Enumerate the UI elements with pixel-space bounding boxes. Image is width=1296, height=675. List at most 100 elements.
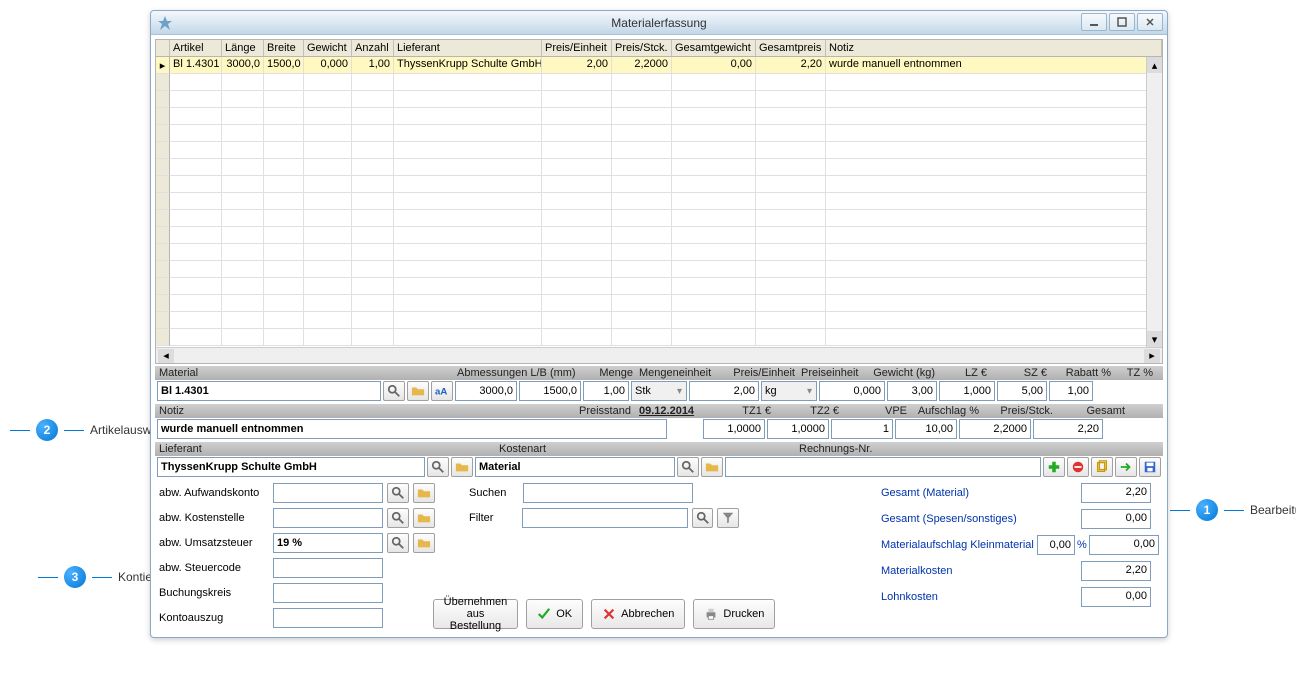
save-button[interactable] — [1139, 457, 1161, 477]
table-row[interactable] — [156, 329, 1162, 346]
abbrechen-button[interactable]: Abbrechen — [591, 599, 685, 629]
table-row[interactable]: ▸ Bl 1.4301 3000,0 1500,0 0,000 1,00 Thy… — [156, 57, 1162, 74]
folder-lieferant-button[interactable] — [451, 457, 473, 477]
gewicht-input[interactable] — [819, 381, 885, 401]
table-row[interactable] — [156, 278, 1162, 295]
table-row[interactable] — [156, 176, 1162, 193]
col-preisstck[interactable]: Preis/Stck. — [612, 40, 672, 56]
uebernehmen-button[interactable]: Übernehmen aus Bestellung — [433, 599, 519, 629]
table-row[interactable] — [156, 244, 1162, 261]
col-anzahl[interactable]: Anzahl — [352, 40, 394, 56]
table-row[interactable] — [156, 91, 1162, 108]
ok-button[interactable]: OK — [526, 599, 583, 629]
buchungskreis-input[interactable] — [273, 583, 383, 603]
cell-artikel[interactable]: Bl 1.4301 — [170, 57, 222, 74]
filter-input[interactable] — [522, 508, 688, 528]
maximize-button[interactable] — [1109, 13, 1135, 31]
apply-button[interactable] — [1115, 457, 1137, 477]
lookup-aufwandskonto-button[interactable] — [387, 483, 409, 503]
table-row[interactable] — [156, 295, 1162, 312]
folder-aufwandskonto-button[interactable] — [413, 483, 435, 503]
lookup-umsatzsteuer-button[interactable] — [387, 533, 409, 553]
aufwandskonto-input[interactable] — [273, 483, 383, 503]
col-artikel[interactable]: Artikel — [170, 40, 222, 56]
kostenstelle-input[interactable] — [273, 508, 383, 528]
horizontal-scrollbar[interactable]: ◂ ▸ — [156, 347, 1162, 363]
delete-button[interactable] — [1067, 457, 1089, 477]
table-row[interactable] — [156, 108, 1162, 125]
material-input[interactable] — [157, 381, 381, 401]
close-button[interactable] — [1137, 13, 1163, 31]
tz2-input[interactable] — [767, 419, 829, 439]
scroll-left-icon[interactable]: ◂ — [158, 349, 174, 363]
notiz-input[interactable] — [157, 419, 667, 439]
mengeneinheit-select[interactable]: Stk — [631, 381, 687, 401]
col-preiseinheit[interactable]: Preis/Einheit — [542, 40, 612, 56]
table-row[interactable] — [156, 227, 1162, 244]
scroll-up-icon[interactable]: ▴ — [1147, 57, 1162, 73]
scroll-right-icon[interactable]: ▸ — [1144, 349, 1160, 363]
folder-umsatzsteuer-button[interactable] — [413, 533, 435, 553]
folder-kostenart-button[interactable] — [701, 457, 723, 477]
rabatt-input[interactable] — [997, 381, 1047, 401]
table-row[interactable] — [156, 193, 1162, 210]
col-gewicht[interactable]: Gewicht — [304, 40, 352, 56]
vertical-scrollbar[interactable]: ▴ ▾ — [1146, 57, 1162, 347]
table-row[interactable] — [156, 261, 1162, 278]
cell-notiz[interactable]: wurde manuell entnommen — [826, 57, 1162, 74]
cell-breite[interactable]: 1500,0 — [264, 57, 304, 74]
preiseinheit-input[interactable] — [689, 381, 759, 401]
folder-material-button[interactable] — [407, 381, 429, 401]
gesamt-input[interactable] — [1033, 419, 1103, 439]
vpe-input[interactable] — [831, 419, 893, 439]
folder-kostenstelle-button[interactable] — [413, 508, 435, 528]
tz-input[interactable] — [1049, 381, 1093, 401]
tz1-input[interactable] — [703, 419, 765, 439]
col-lieferant[interactable]: Lieferant — [394, 40, 542, 56]
lookup-material-button[interactable] — [383, 381, 405, 401]
table-row[interactable] — [156, 142, 1162, 159]
col-gesamtpreis[interactable]: Gesamtpreis — [756, 40, 826, 56]
kontoauszug-input[interactable] — [273, 608, 383, 628]
aufschlag-input[interactable] — [895, 419, 957, 439]
preisstck-input[interactable] — [959, 419, 1031, 439]
table-row[interactable] — [156, 210, 1162, 227]
table-row[interactable] — [156, 159, 1162, 176]
col-laenge[interactable]: Länge — [222, 40, 264, 56]
cell-gesamtpreis[interactable]: 2,20 — [756, 57, 826, 74]
lookup-kostenart-button[interactable] — [677, 457, 699, 477]
lookup-filter-button[interactable] — [692, 508, 714, 528]
clear-filter-button[interactable] — [717, 508, 739, 528]
scroll-down-icon[interactable]: ▾ — [1147, 331, 1162, 347]
cell-gesamtgewicht[interactable]: 0,00 — [672, 57, 756, 74]
menge-input[interactable] — [583, 381, 629, 401]
cell-anzahl[interactable]: 1,00 — [352, 57, 394, 74]
preiseinheit-select[interactable]: kg — [761, 381, 817, 401]
width-input[interactable] — [519, 381, 581, 401]
rechnr-input[interactable] — [725, 457, 1041, 477]
mat-aufschlag-pct-input[interactable] — [1037, 535, 1075, 555]
umsatzsteuer-input[interactable] — [273, 533, 383, 553]
lieferant-input[interactable] — [157, 457, 425, 477]
preisstand-link[interactable]: 09.12.2014 — [639, 405, 709, 417]
table-row[interactable] — [156, 125, 1162, 142]
cell-laenge[interactable]: 3000,0 — [222, 57, 264, 74]
table-row[interactable] — [156, 74, 1162, 91]
drucken-button[interactable]: Drucken — [693, 599, 775, 629]
font-button[interactable]: aA — [431, 381, 453, 401]
lookup-kostenstelle-button[interactable] — [387, 508, 409, 528]
cell-preiseinheit[interactable]: 2,00 — [542, 57, 612, 74]
lz-input[interactable] — [887, 381, 937, 401]
col-breite[interactable]: Breite — [264, 40, 304, 56]
cell-preisstck[interactable]: 2,2000 — [612, 57, 672, 74]
length-input[interactable] — [455, 381, 517, 401]
sz-input[interactable] — [939, 381, 995, 401]
col-gesamtgewicht[interactable]: Gesamtgewicht — [672, 40, 756, 56]
steuercode-input[interactable] — [273, 558, 383, 578]
data-grid[interactable]: Artikel Länge Breite Gewicht Anzahl Lief… — [155, 39, 1163, 364]
copy-button[interactable] — [1091, 457, 1113, 477]
minimize-button[interactable] — [1081, 13, 1107, 31]
cell-gewicht[interactable]: 0,000 — [304, 57, 352, 74]
col-notiz[interactable]: Notiz — [826, 40, 1162, 56]
cell-lieferant[interactable]: ThyssenKrupp Schulte GmbH — [394, 57, 542, 74]
